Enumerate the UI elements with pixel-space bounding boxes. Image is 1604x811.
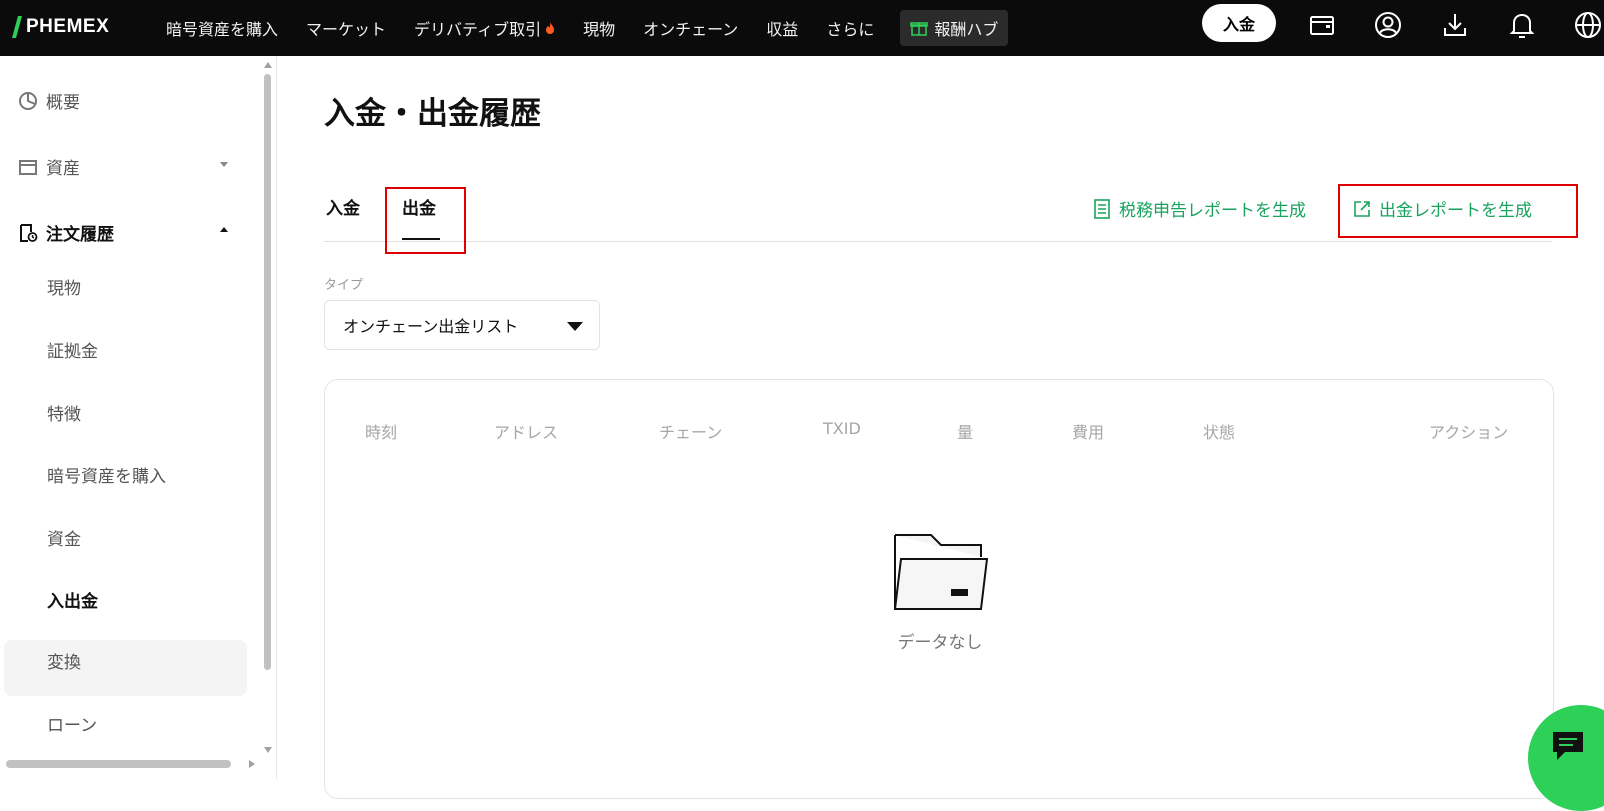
tab-deposit[interactable]: 入金 <box>326 194 360 219</box>
pie-chart-icon <box>19 91 37 110</box>
user-icon[interactable] <box>1373 10 1403 40</box>
gift-icon <box>910 22 929 36</box>
top-nav-bar: PHEMEX 暗号資産を購入 マーケット デリバティブ取引 現物 オンチェーン … <box>0 0 1604 56</box>
nav-markets[interactable]: マーケット <box>306 16 386 40</box>
chat-bubble-icon <box>1553 732 1583 760</box>
tax-report-link[interactable]: 税務申告レポートを生成 <box>1093 196 1306 221</box>
nav-onchain[interactable]: オンチェーン <box>643 16 738 40</box>
sidebar: 概要 資産 注文履歴 現物 証拠金 特徴 暗号資産を購入 資金 入出金 変換 ロ… <box>0 56 277 779</box>
wallet-icon <box>19 159 37 175</box>
sidebar-subitem-deposit-withdraw[interactable]: 入出金 <box>47 587 98 612</box>
nav-spot[interactable]: 現物 <box>583 16 615 40</box>
sidebar-subitem-convert[interactable]: 変換 <box>47 648 81 673</box>
sidebar-horizontal-scrollbar-thumb[interactable] <box>6 760 231 768</box>
sidebar-item-assets[interactable]: 資産 <box>18 154 80 179</box>
column-header-address: アドレス <box>494 423 559 442</box>
type-select[interactable]: オンチェーン出金リスト <box>324 300 600 350</box>
sidebar-active-highlight <box>4 640 247 696</box>
nav-more[interactable]: さらに <box>826 16 874 40</box>
sidebar-item-label: 注文履歴 <box>46 225 114 245</box>
sidebar-scrollbar-thumb[interactable] <box>264 74 271 670</box>
phemex-logo-mark-icon <box>12 16 22 38</box>
sidebar-item-label: 資産 <box>46 159 80 179</box>
reward-hub-label: 報酬ハブ <box>934 20 999 39</box>
phemex-logo[interactable]: PHEMEX <box>12 13 109 41</box>
brand-name: PHEMEX <box>26 16 110 37</box>
reward-hub-button[interactable]: 報酬ハブ <box>900 10 1009 46</box>
globe-icon[interactable] <box>1573 10 1603 40</box>
column-header-chain: チェーン <box>659 423 723 442</box>
nav-derivatives[interactable]: デリバティブ取引 <box>414 16 555 40</box>
deposit-button[interactable]: 入金 <box>1202 4 1276 42</box>
empty-folder-icon <box>893 534 989 610</box>
type-select-value: オンチェーン出金リスト <box>343 317 519 336</box>
scroll-right-arrow-icon[interactable] <box>249 760 255 768</box>
chevron-up-icon[interactable] <box>220 227 228 232</box>
sidebar-item-label: 概要 <box>46 93 80 113</box>
column-header-amount: 量 <box>957 423 974 442</box>
download-icon[interactable] <box>1440 10 1470 40</box>
document-icon <box>1094 198 1110 219</box>
chevron-down-icon[interactable] <box>220 162 228 167</box>
column-header-status: 状態 <box>1203 423 1236 442</box>
sidebar-subitem-buy-crypto[interactable]: 暗号資産を購入 <box>47 462 166 487</box>
tabs-divider <box>324 241 1552 242</box>
nav-earn[interactable]: 収益 <box>766 16 798 40</box>
nav-derivatives-label: デリバティブ取引 <box>414 20 542 39</box>
fire-icon <box>546 22 555 34</box>
sidebar-subitem-funds[interactable]: 資金 <box>47 525 81 550</box>
withdraw-report-highlight-box <box>1338 184 1578 238</box>
page-title: 入金・出金履歴 <box>324 96 541 132</box>
main-nav: 暗号資産を購入 マーケット デリバティブ取引 現物 オンチェーン 収益 さらに … <box>166 0 1009 56</box>
bell-icon[interactable] <box>1507 10 1537 40</box>
document-clock-icon <box>20 223 38 242</box>
wallet-icon[interactable] <box>1307 10 1337 40</box>
scroll-down-arrow-icon[interactable] <box>264 747 272 753</box>
scroll-up-arrow-icon[interactable] <box>264 62 272 68</box>
column-header-time: 時刻 <box>365 423 398 442</box>
sidebar-item-order-history[interactable]: 注文履歴 <box>18 220 114 245</box>
caret-down-icon <box>567 322 583 331</box>
sidebar-item-overview[interactable]: 概要 <box>18 88 80 113</box>
type-label: タイプ <box>324 278 364 293</box>
column-header-action: アクション <box>1429 423 1509 442</box>
column-header-txid: TXID <box>823 419 861 438</box>
withdraw-tab-highlight-box <box>385 187 466 254</box>
sidebar-subitem-spot[interactable]: 現物 <box>47 274 81 299</box>
empty-state-text: データなし <box>897 633 983 653</box>
sidebar-subitem-features[interactable]: 特徴 <box>47 400 81 425</box>
tax-report-label: 税務申告レポートを生成 <box>1119 201 1306 221</box>
sidebar-subitem-margin[interactable]: 証拠金 <box>47 337 98 362</box>
column-header-fee: 費用 <box>1072 423 1105 442</box>
nav-buy-crypto[interactable]: 暗号資産を購入 <box>166 16 278 40</box>
sidebar-subitem-loan[interactable]: ローン <box>47 711 97 736</box>
